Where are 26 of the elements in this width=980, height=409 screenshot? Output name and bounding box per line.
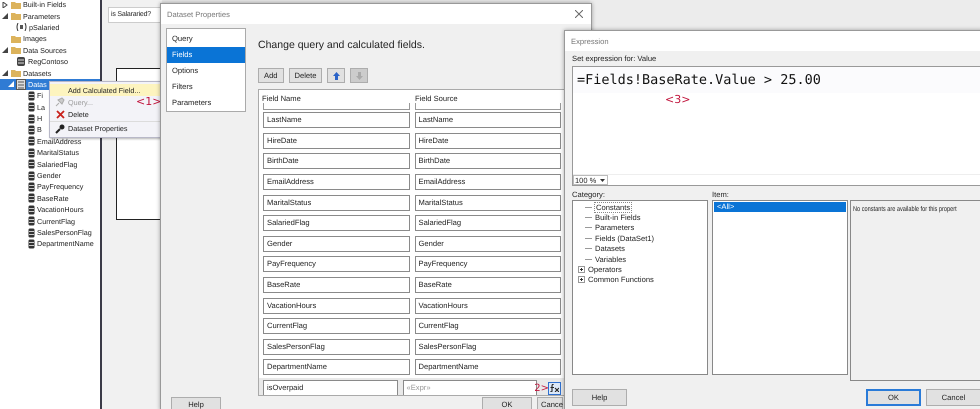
parameter-icon — [16, 23, 27, 32]
expression-button[interactable] — [548, 382, 561, 395]
database-icon — [16, 56, 26, 68]
step-annotation: 2> — [534, 382, 549, 394]
expanded-arrow-icon[interactable] — [2, 70, 8, 76]
close-icon[interactable] — [575, 10, 583, 18]
expanded-arrow-icon[interactable] — [2, 47, 8, 54]
up-arrow-icon — [332, 72, 340, 80]
delete-icon — [56, 110, 64, 118]
caret-icon — [600, 178, 606, 182]
dataset-icon — [16, 78, 26, 90]
wrench-icon — [55, 124, 65, 134]
expand-plus-icon[interactable] — [578, 276, 585, 284]
expand-plus-icon[interactable] — [578, 266, 585, 274]
expression-code: =Fields!BaseRate.Value > 25.00 — [577, 72, 821, 88]
down-arrow-icon — [356, 72, 363, 80]
query-icon — [55, 97, 65, 107]
step-annotation: <3> — [665, 93, 690, 106]
function-icon — [550, 384, 559, 392]
field-source-input[interactable] — [414, 103, 561, 110]
move-up-button[interactable] — [327, 68, 346, 83]
expanded-arrow-icon[interactable] — [2, 13, 8, 20]
collapsed-arrow-icon[interactable] — [2, 2, 8, 8]
expanded-arrow-icon[interactable] — [8, 81, 14, 88]
field-name-input[interactable] — [263, 103, 410, 110]
step-annotation: <1> — [136, 95, 162, 108]
